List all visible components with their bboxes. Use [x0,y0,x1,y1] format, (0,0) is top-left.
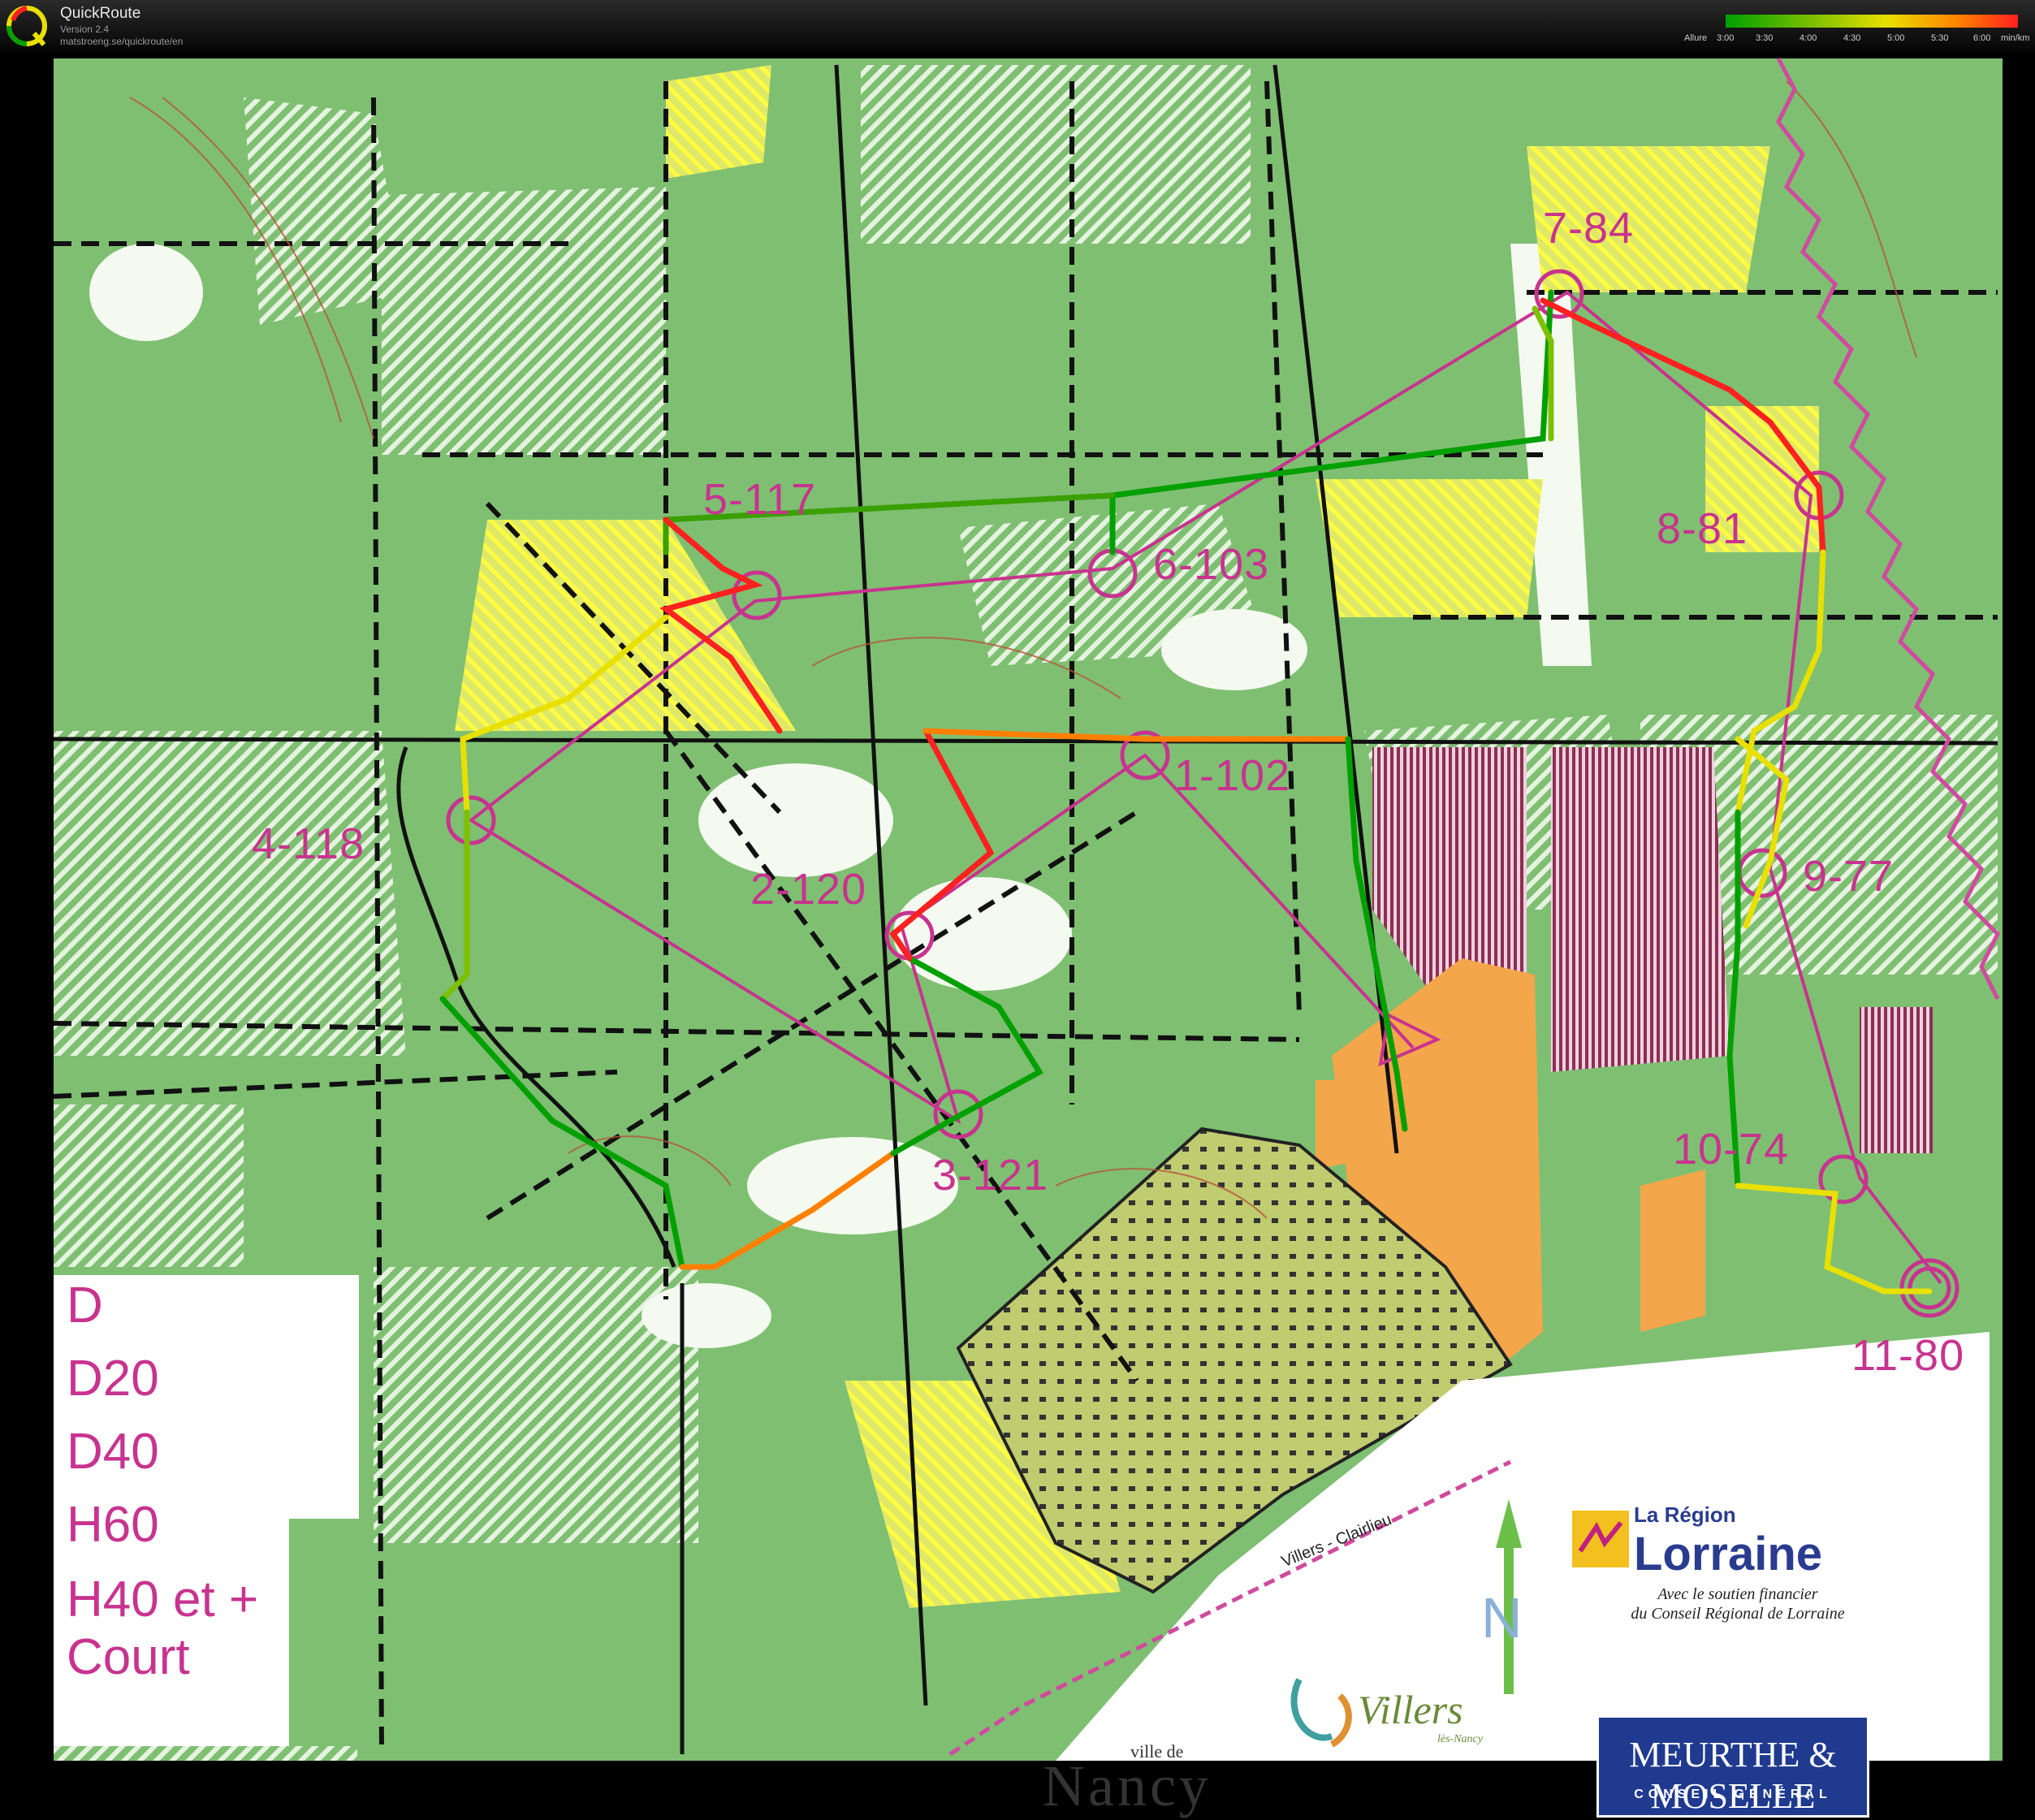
pace-tick: 4:00 [1800,33,1817,43]
pace-color-bar [1726,15,2018,28]
quickroute-logo-icon [6,6,47,46]
open-land [747,1137,958,1234]
urban-area [1640,1169,1705,1332]
restricted-area [1860,1007,1933,1153]
control-label-3: 3-121 [932,1151,1049,1200]
nancy-big-text: Nancy [1043,1753,1212,1818]
restricted-area [1551,747,1730,1072]
pace-tick: 4:30 [1843,33,1861,43]
class-item: D40 [67,1424,159,1480]
control-label-11: 11-80 [1851,1331,1965,1380]
pace-tick: 3:00 [1717,33,1735,43]
hatched-area [382,187,666,455]
pace-legend: Allure 3:00 3:30 4:00 4:30 5:00 5:30 6:0… [1673,11,2030,47]
control-label-7: 7-84 [1543,204,1635,253]
region-lorraine-logo: La Région Lorraine Avec le soutien finan… [1567,1498,1908,1644]
control-label-5: 5-117 [703,475,817,524]
region-title-big: Lorraine [1634,1528,1823,1580]
svg-text:N: N [1481,1586,1523,1649]
meurthe-moselle-logo: MEURTHE & MOSELLE CONSEIL GÉNÉRAL [1596,1715,1869,1818]
app-name: QuickRoute [60,5,141,22]
open-land [893,877,1072,991]
app-version: Version 2.4 [60,24,110,35]
control-label-2: 2-120 [750,865,867,914]
hatched-area [54,1105,244,1267]
villers-subname: lès-Nancy [1437,1733,1483,1745]
region-subtitle: du Conseil Régional de Lorraine [1631,1605,1845,1623]
pace-tick: 3:30 [1756,33,1774,43]
pace-legend-prefix: Allure [1684,33,1708,43]
hatched-area [861,65,1251,244]
region-title-small: La Région [1634,1502,1736,1527]
class-item: D [67,1277,103,1334]
control-label-9: 9-77 [1803,852,1895,901]
villers-logo: Villers lès-Nancy [1283,1663,1510,1761]
control-label-1: 1-102 [1174,751,1291,800]
class-item: H40 et + Court [67,1571,259,1685]
open-land [89,244,203,341]
rough-open-area [666,65,771,179]
title-bar: QuickRoute Version 2.4 matstroeng.se/qui… [0,0,2035,52]
region-emblem-icon [1572,1511,1629,1567]
villers-name: Villers [1358,1687,1463,1732]
rough-open-area [1316,479,1543,617]
meurthe-moselle-name: MEURTHE & MOSELLE [1629,1735,1837,1816]
app-url: matstroeng.se/quickroute/en [60,36,184,47]
pace-tick: 5:30 [1931,33,1949,43]
control-label-8: 8-81 [1657,504,1748,553]
open-land [698,763,893,877]
region-subtitle: Avec le soutien financier [1657,1585,1818,1603]
villers-emblem-icon [1290,1678,1352,1748]
pace-tick: 6:00 [1973,33,1991,43]
nancy-logo: ville de Nancy [1039,1733,1251,1818]
hatched-area [54,731,406,1056]
class-item: D20 [67,1351,159,1407]
class-item: H60 [67,1497,159,1553]
pace-unit: min/km [2001,33,2030,43]
orienteering-map[interactable]: 1-102 2-120 3-121 4-118 5-117 6-103 7-84… [0,52,2035,1818]
open-land [642,1283,771,1348]
pace-tick: 5:00 [1887,33,1905,43]
control-label-10: 10-74 [1673,1125,1790,1174]
control-label-4: 4-118 [252,819,365,868]
class-list-panel: D D20 D40 H60 H40 et + Court [54,1275,359,1746]
control-label-6: 6-103 [1153,540,1270,589]
meurthe-moselle-sub: CONSEIL GÉNÉRAL [1634,1788,1832,1801]
